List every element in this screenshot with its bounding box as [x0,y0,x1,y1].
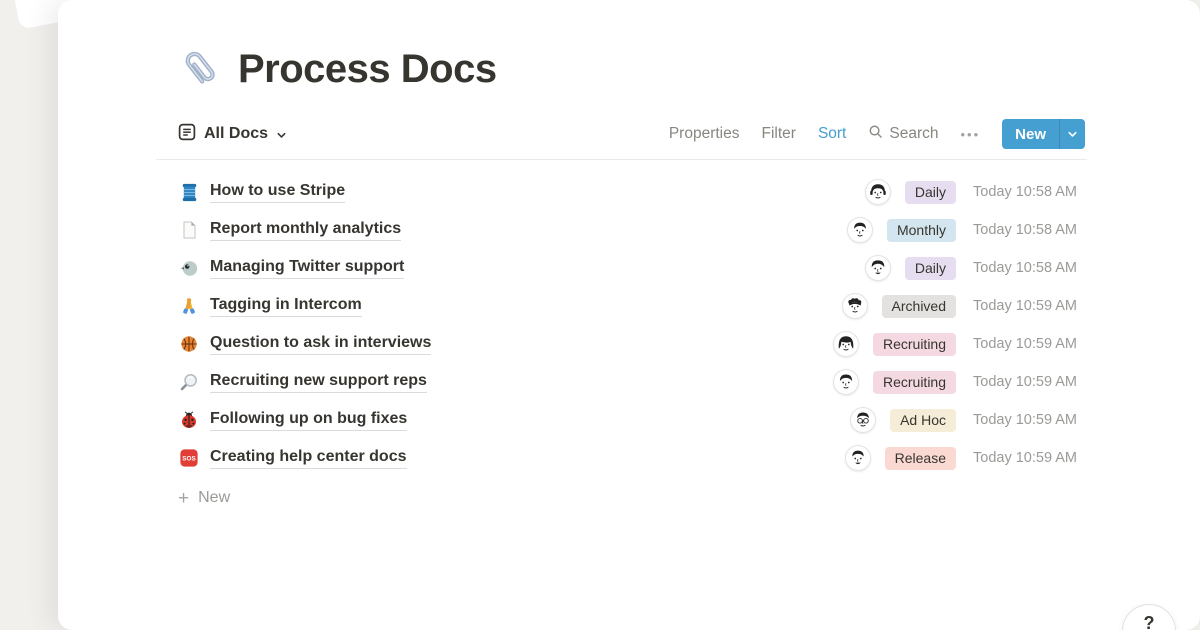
filter-button[interactable]: Filter [761,125,795,143]
doc-row-meta: Release Today 10:59 AM [845,445,1085,471]
edited-timestamp: Today 10:59 AM [973,450,1085,466]
help-button[interactable]: ? [1122,604,1176,630]
doc-title-link[interactable]: Creating help center docs [210,447,407,469]
app-window: Process Docs All Docs [58,0,1200,630]
lady-beetle-icon [178,409,200,431]
folded-hands-icon [178,295,200,317]
edited-timestamp: Today 10:58 AM [973,222,1085,238]
doc-row-meta: Archived Today 10:59 AM [842,293,1085,319]
collection-toolbar: All Docs Properties Filter Sort Search [178,118,1085,150]
doc-title-link[interactable]: Managing Twitter support [210,257,404,279]
edited-timestamp: Today 10:59 AM [973,336,1085,352]
doc-title-link[interactable]: Tagging in Intercom [210,295,362,317]
assignee-avatar [833,369,859,395]
svg-text:SOS: SOS [182,456,196,463]
properties-button[interactable]: Properties [669,125,740,143]
bird-icon [178,257,200,279]
doc-row-meta: Monthly Today 10:58 AM [847,217,1085,243]
sort-button[interactable]: Sort [818,125,846,143]
doc-row[interactable]: Question to ask in interviews Recruiting… [178,325,1085,363]
assignee-avatar [833,331,859,357]
status-tag: Recruiting [873,371,956,394]
doc-row-meta: Daily Today 10:58 AM [865,255,1085,281]
doc-list: How to use Stripe Daily Today 10:58 AM R… [178,160,1085,477]
doc-row-meta: Ad Hoc Today 10:59 AM [850,407,1085,433]
status-tag: Recruiting [873,333,956,356]
magnifying-glass-icon [178,371,200,393]
new-button-label: New [1002,119,1059,149]
search-label: Search [889,125,938,143]
view-switcher-all-docs[interactable]: All Docs [178,123,287,146]
status-tag: Archived [882,295,956,318]
new-button[interactable]: New [1002,119,1085,149]
doc-title-link[interactable]: Recruiting new support reps [210,371,427,393]
page-icon [178,219,200,241]
status-tag: Monthly [887,219,956,242]
more-options-button[interactable]: ••• [961,128,981,141]
page-title: Process Docs [238,47,497,92]
doc-title-link[interactable]: Question to ask in interviews [210,333,431,355]
assignee-avatar [850,407,876,433]
assignee-avatar [865,255,891,281]
add-new-row-button[interactable]: + New [178,481,1085,515]
edited-timestamp: Today 10:59 AM [973,298,1085,314]
assignee-avatar [842,293,868,319]
status-tag: Ad Hoc [890,409,956,432]
assignee-avatar [845,445,871,471]
new-button-dropdown[interactable] [1059,119,1085,149]
assignee-avatar [865,179,891,205]
status-tag: Daily [905,257,956,280]
doc-row[interactable]: Following up on bug fixes Ad Hoc Today 1… [178,401,1085,439]
status-tag: Release [885,447,956,470]
page-header: Process Docs [178,46,1085,92]
doc-row[interactable]: How to use Stripe Daily Today 10:58 AM [178,173,1085,211]
edited-timestamp: Today 10:59 AM [973,412,1085,428]
toolbar-actions: Properties Filter Sort Search ••• New [669,119,1085,149]
doc-row[interactable]: SOS Creating help center docs Release To… [178,439,1085,477]
sos-button-icon: SOS [178,447,200,469]
search-icon [868,124,883,144]
doc-title-link[interactable]: Following up on bug fixes [210,409,407,431]
search-button[interactable]: Search [868,124,938,144]
doc-row[interactable]: Report monthly analytics Monthly Today 1… [178,211,1085,249]
doc-title-link[interactable]: How to use Stripe [210,181,345,203]
status-tag: Daily [905,181,956,204]
assignee-avatar [847,217,873,243]
thread-icon [178,181,200,203]
doc-title-link[interactable]: Report monthly analytics [210,219,401,241]
doc-row-meta: Daily Today 10:58 AM [865,179,1085,205]
chevron-down-icon [276,130,287,141]
view-switcher-label: All Docs [204,125,268,143]
page-background: Process Docs All Docs [0,0,1200,630]
edited-timestamp: Today 10:58 AM [973,260,1085,276]
edited-timestamp: Today 10:58 AM [973,184,1085,200]
doc-row-meta: Recruiting Today 10:59 AM [833,331,1085,357]
doc-row[interactable]: Tagging in Intercom Archived Today 10:59… [178,287,1085,325]
doc-row[interactable]: Recruiting new support reps Recruiting T… [178,363,1085,401]
basketball-icon [178,333,200,355]
add-new-row-label: New [198,489,230,507]
list-view-icon [178,123,196,146]
doc-row[interactable]: Managing Twitter support Daily Today 10:… [178,249,1085,287]
paperclip-icon [178,46,224,92]
edited-timestamp: Today 10:59 AM [973,374,1085,390]
plus-icon: + [178,489,189,508]
doc-row-meta: Recruiting Today 10:59 AM [833,369,1085,395]
